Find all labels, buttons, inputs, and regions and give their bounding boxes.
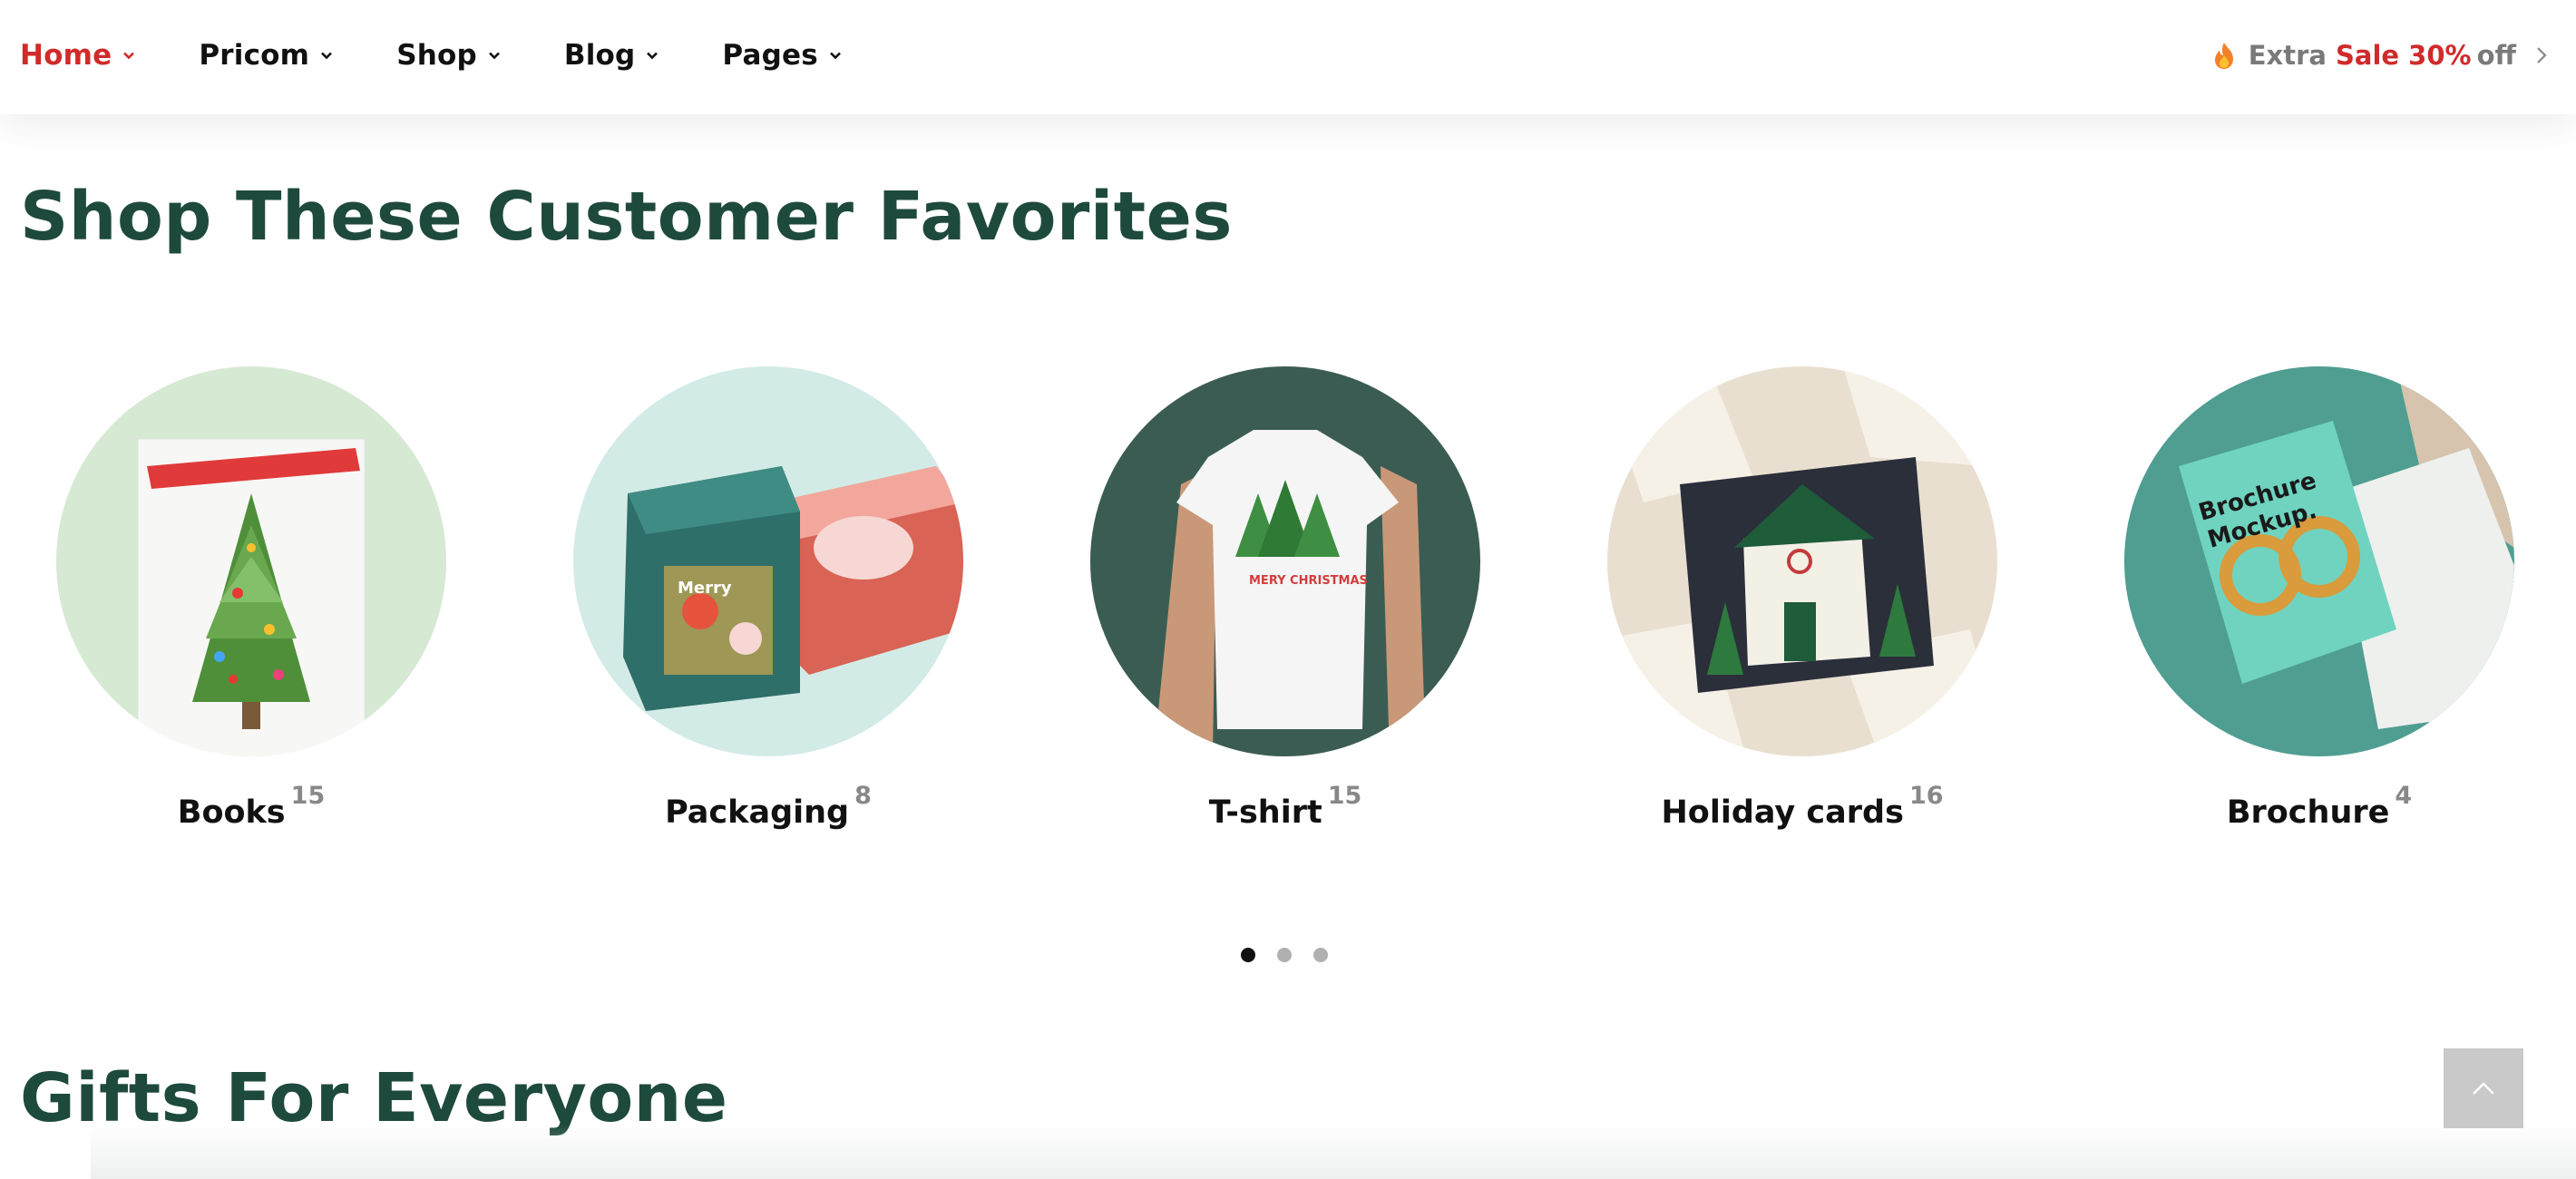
category-image-brochure[interactable]: Brochure Mockup. [2124, 366, 2514, 756]
back-to-top-button[interactable] [2444, 1048, 2523, 1128]
carousel-pagination [1241, 948, 1350, 962]
fire-icon [2214, 43, 2233, 69]
chevron-down-icon [123, 52, 135, 60]
category-card-tshirt[interactable]: MERY CHRISTMAS T-shirt 15 [1090, 366, 1480, 831]
svg-text:MERY CHRISTMAS: MERY CHRISTMAS [1249, 574, 1368, 588]
carousel-dot-2[interactable] [1277, 948, 1292, 962]
category-count: 15 [1327, 782, 1362, 810]
nav-item-label: Blog [563, 39, 636, 72]
category-card-holiday-cards[interactable]: Holiday cards 16 [1607, 366, 1997, 831]
chevron-down-icon [488, 52, 500, 60]
category-count: 15 [290, 782, 326, 810]
top-navigation: Home Pricom Shop Blog Pages Extra Sale 3… [0, 0, 2576, 114]
nav-item-pages[interactable]: Pages [722, 39, 841, 72]
category-count: 8 [854, 782, 872, 810]
promo-prefix: Extra [2248, 40, 2327, 71]
category-image-holiday-cards[interactable] [1607, 366, 1997, 756]
promo-link[interactable]: Extra Sale 30% off [2210, 0, 2549, 111]
chevron-up-icon [2473, 1082, 2494, 1095]
nav-item-pricom[interactable]: Pricom [199, 39, 333, 72]
nav-item-shop[interactable]: Shop [396, 39, 501, 72]
category-name: Packaging [665, 794, 850, 831]
content-card-edge [91, 1125, 2576, 1179]
nav-item-blog[interactable]: Blog [564, 39, 659, 72]
category-card-packaging[interactable]: Merry Packaging 8 [573, 366, 963, 831]
category-label[interactable]: Holiday cards 16 [1661, 782, 1943, 831]
category-label[interactable]: T-shirt 15 [1208, 782, 1362, 831]
category-card-books[interactable]: Books 15 [56, 366, 446, 831]
category-name: Holiday cards [1661, 794, 1904, 831]
promo-highlight: Sale 30% [2336, 40, 2472, 71]
nav-item-home[interactable]: Home [20, 39, 135, 72]
chevron-down-icon [829, 52, 841, 60]
promo-suffix: off [2476, 40, 2516, 71]
category-name: Brochure [2226, 794, 2390, 831]
category-card-brochure[interactable]: Brochure Mockup. Brochure 4 [2124, 366, 2514, 831]
nav-item-label: Home [20, 39, 112, 72]
category-count: 16 [1908, 782, 1944, 810]
category-label[interactable]: Books 15 [177, 782, 325, 831]
category-count: 4 [2395, 782, 2413, 810]
carousel-dot-1[interactable] [1241, 948, 1255, 962]
chevron-down-icon [647, 52, 659, 60]
nav-item-label: Shop [396, 39, 477, 72]
svg-text:Merry: Merry [678, 579, 732, 598]
chevron-down-icon [321, 52, 333, 60]
category-name: T-shirt [1208, 794, 1322, 831]
section-title-favorites: Shop These Customer Favorites [20, 178, 1233, 256]
category-name: Books [177, 794, 286, 831]
category-label[interactable]: Packaging 8 [665, 782, 872, 831]
nav-menu: Home Pricom Shop Blog Pages [20, 0, 905, 111]
chevron-right-icon [2537, 47, 2547, 63]
carousel-dot-3[interactable] [1313, 948, 1328, 962]
nav-item-label: Pages [722, 39, 818, 72]
category-image-books[interactable] [56, 366, 446, 756]
category-image-tshirt[interactable]: MERY CHRISTMAS [1090, 366, 1480, 756]
category-image-packaging[interactable]: Merry [573, 366, 963, 756]
nav-item-label: Pricom [199, 39, 310, 72]
category-label[interactable]: Brochure 4 [2226, 782, 2412, 831]
